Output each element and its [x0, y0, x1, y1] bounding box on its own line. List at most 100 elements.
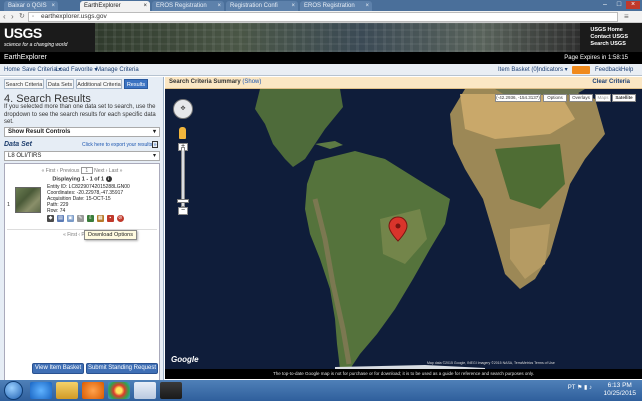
volume-icon[interactable]: ♪ — [589, 385, 592, 391]
search-criteria-summary-bar: Search Criteria Summary (Show) Clear Cri… — [165, 77, 642, 89]
usgs-logo[interactable]: USGS — [4, 25, 42, 41]
chrome-icon[interactable] — [108, 382, 130, 399]
cart-icon[interactable]: ▪ — [106, 215, 114, 222]
taskbar-app-icon[interactable] — [160, 382, 182, 399]
system-clock[interactable]: 6:13 PM 10/25/2015 — [603, 382, 636, 398]
network-icon[interactable]: ▮ — [584, 385, 587, 391]
usgs-links: USGS Home Contact USGS Search USGS — [590, 27, 628, 48]
clear-criteria-link[interactable]: Clear Criteria — [592, 79, 630, 85]
dataset-selected-value: L8 OLI/TIRS — [8, 153, 42, 159]
close-icon[interactable]: × — [365, 1, 369, 11]
pager-prev[interactable]: « First ‹ Previous — [42, 168, 80, 174]
tab-search-criteria[interactable]: Search Criteria — [4, 79, 44, 89]
browser-tab-active[interactable]: EarthExplorer × — [80, 1, 150, 11]
close-icon[interactable]: × — [217, 1, 221, 11]
address-bar: ‹ › ↻ ▫ earthexplorer.usgs.gov ≡ — [0, 11, 642, 23]
back-icon[interactable]: ‹ — [3, 12, 6, 21]
rss-icon[interactable] — [572, 66, 590, 74]
metadata-icon[interactable]: ✎ — [76, 215, 84, 222]
overlay-icon[interactable]: ▤ — [56, 215, 64, 222]
map-options-button[interactable]: Options — [543, 94, 567, 102]
central-america-landmass — [255, 89, 343, 167]
pan-control-icon[interactable]: ✥ — [173, 99, 193, 119]
street-view-pegman-icon[interactable] — [179, 127, 186, 139]
download-icon[interactable]: ⇩ — [86, 215, 94, 222]
system-tray: PT ⚑ ▮ ♪ — [568, 384, 592, 391]
caribbean-islands — [315, 141, 343, 149]
export-icon[interactable] — [152, 141, 158, 148]
browser-tab[interactable]: EROS Registration × — [300, 1, 372, 11]
menu-manage-criteria[interactable]: Manage Criteria — [96, 64, 139, 76]
order-icon[interactable]: ▦ — [96, 215, 104, 222]
view-item-basket-button[interactable]: View Item Basket » — [32, 363, 84, 380]
word-icon[interactable] — [134, 382, 156, 399]
result-tool-icons: ◆ ▤ ▣ ✎ ⇩ ▦ ▪ ⊘ — [47, 214, 125, 222]
menu-icon[interactable]: ≡ — [624, 12, 629, 21]
summary-show-link[interactable]: (Show) — [242, 79, 261, 85]
minimize-icon[interactable]: – — [598, 1, 612, 9]
map-type-maps-button[interactable]: Maps — [595, 94, 611, 102]
app-title-bar: EarthExplorer Page Expires in 1:58:15 — [0, 52, 642, 64]
scene-metadata: Entity ID: LC82290742015288LGN00 Coordin… — [47, 184, 130, 214]
usgs-home-link[interactable]: USGS Home — [590, 27, 628, 34]
result-controls-label: Show Result Controls — [8, 129, 71, 135]
tab-results[interactable]: Results — [124, 79, 148, 89]
url-input[interactable]: ▫ earthexplorer.usgs.gov — [28, 12, 618, 22]
zoom-out-button[interactable]: − — [178, 207, 188, 215]
tab-additional-criteria[interactable]: Additional Criteria — [76, 79, 122, 89]
browser-tab[interactable]: EROS Registration × — [152, 1, 224, 11]
tab-data-sets[interactable]: Data Sets — [46, 79, 74, 89]
close-icon[interactable]: × — [143, 1, 147, 11]
reload-icon[interactable]: ↻ — [19, 12, 25, 20]
menu-load-favorite[interactable]: Load Favorite ▾ — [56, 64, 97, 76]
search-panel: Search Criteria Data Sets Additional Cri… — [0, 77, 164, 381]
map-copyright: Map data ©2015 Google, INEGI Imagery ©20… — [427, 361, 555, 365]
info-icon[interactable]: i — [105, 176, 112, 182]
close-window-icon[interactable]: × — [626, 1, 640, 9]
map-overlays-button[interactable]: Overlays — [569, 94, 593, 102]
forward-icon[interactable]: › — [11, 12, 14, 21]
exclude-icon[interactable]: ⊘ — [116, 215, 124, 222]
contact-usgs-link[interactable]: Contact USGS — [590, 34, 628, 41]
browser-tab-strip: Baixar o QGIS × EarthExplorer × EROS Regis… — [0, 0, 642, 11]
dataset-label: Data Set — [4, 141, 33, 148]
internet-explorer-icon[interactable] — [30, 382, 52, 399]
file-explorer-icon[interactable] — [56, 382, 78, 399]
language-indicator[interactable]: PT — [568, 385, 576, 391]
menu-item-basket[interactable]: Item Basket (0) — [498, 64, 539, 76]
usgs-tagline: science for a changing world — [4, 42, 68, 48]
browser-tab[interactable]: Baixar o QGIS × — [4, 1, 58, 11]
footprint-icon[interactable]: ◆ — [47, 215, 54, 222]
show-result-controls[interactable]: Show Result Controls ▾ — [4, 127, 160, 137]
map-view[interactable]: ✥ + − (-42.2936, -154.3137) Options Over… — [165, 89, 642, 369]
zoom-slider-handle[interactable] — [177, 199, 189, 203]
windows-start-button[interactable] — [4, 381, 23, 400]
menu-bar: Home Save Criteria ▾ Load Favorite ▾ Man… — [0, 64, 642, 76]
chevron-down-icon: ▾ — [152, 153, 156, 159]
submit-standing-request-button[interactable]: Submit Standing Request » — [86, 363, 158, 380]
menu-home[interactable]: Home — [4, 64, 20, 76]
menu-help[interactable]: Help — [621, 64, 633, 76]
tab-label: EROS Registration — [304, 3, 355, 9]
aerial-photo-banner — [95, 23, 580, 52]
export-results-link[interactable]: Click here to export your results » — [82, 142, 156, 148]
search-results-description: If you selected more than one data set t… — [4, 104, 156, 125]
menu-indicators[interactable]: Indicators ▾ — [537, 64, 568, 76]
world-map — [255, 89, 605, 369]
page-input[interactable]: 1 — [80, 167, 93, 174]
media-player-icon[interactable] — [82, 382, 104, 399]
browser-tab[interactable]: Registration Confi × — [226, 1, 298, 11]
zoom-slider[interactable] — [181, 147, 185, 207]
scene-thumbnail[interactable] — [15, 187, 41, 213]
maximize-icon[interactable]: □ — [612, 1, 626, 9]
menu-feedback[interactable]: Feedback — [595, 64, 621, 76]
close-icon[interactable]: × — [51, 1, 55, 11]
close-icon[interactable]: × — [291, 1, 295, 11]
pager-next[interactable]: Next › Last » — [94, 168, 122, 174]
dataset-select[interactable]: L8 OLI/TIRS ▾ — [4, 151, 160, 161]
compare-icon[interactable]: ▣ — [66, 215, 74, 222]
search-usgs-link[interactable]: Search USGS — [590, 41, 628, 48]
flag-icon[interactable]: ⚑ — [577, 385, 582, 391]
map-type-satellite-button[interactable]: Satellite — [612, 94, 636, 102]
map-disclaimer: The top-to-date Google map is not for pu… — [165, 369, 642, 379]
